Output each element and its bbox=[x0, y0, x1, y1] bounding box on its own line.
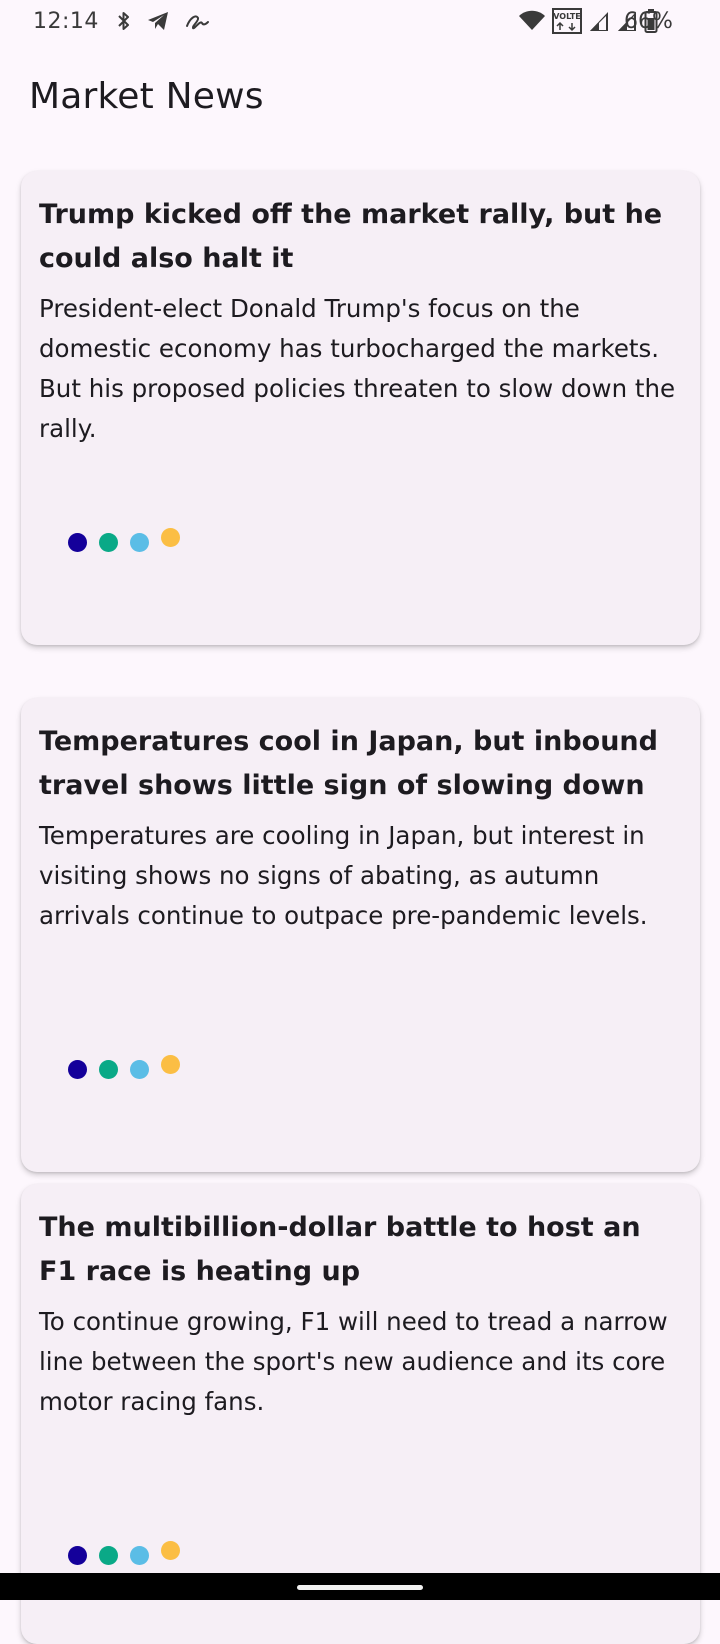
signature-app-icon bbox=[184, 10, 210, 36]
loading-dot bbox=[99, 1060, 118, 1079]
loading-dot bbox=[130, 1546, 149, 1565]
news-card-title: Temperatures cool in Japan, but inbound … bbox=[39, 726, 658, 801]
signal-icon bbox=[588, 9, 610, 37]
navigation-bar bbox=[0, 1573, 720, 1600]
loading-dot bbox=[68, 1060, 87, 1079]
news-card-summary: To continue growing, F1 will need to tre… bbox=[39, 1307, 668, 1416]
telegram-icon bbox=[146, 10, 170, 36]
news-card-summary: President-elect Donald Trump's focus on … bbox=[39, 294, 676, 443]
status-time: 12:14 bbox=[33, 9, 99, 34]
status-bar: 12:14 VOLTE 66% bbox=[0, 0, 720, 44]
news-card-summary: Temperatures are cooling in Japan, but i… bbox=[39, 821, 648, 930]
status-left-icons bbox=[116, 9, 210, 37]
volte-label: VOLTE bbox=[553, 12, 581, 21]
loading-dot bbox=[161, 1541, 180, 1560]
loading-indicator bbox=[68, 525, 208, 555]
loading-dot bbox=[130, 1060, 149, 1079]
loading-dot bbox=[68, 1546, 87, 1565]
loading-dot bbox=[161, 528, 180, 547]
home-gesture-handle[interactable] bbox=[297, 1585, 423, 1590]
volte-icon: VOLTE bbox=[552, 8, 582, 38]
loading-dot bbox=[161, 1055, 180, 1074]
news-card-title: The multibillion-dollar battle to host a… bbox=[39, 1212, 641, 1287]
bluetooth-icon bbox=[116, 9, 132, 37]
loading-dot bbox=[99, 533, 118, 552]
loading-indicator bbox=[68, 1538, 208, 1568]
loading-indicator bbox=[68, 1052, 208, 1082]
battery-percent: 66% bbox=[624, 9, 673, 34]
news-card[interactable]: Temperatures cool in Japan, but inbound … bbox=[21, 698, 700, 1172]
news-card[interactable]: Trump kicked off the market rally, but h… bbox=[21, 171, 700, 645]
news-card-title: Trump kicked off the market rally, but h… bbox=[39, 199, 663, 274]
loading-dot bbox=[99, 1546, 118, 1565]
loading-dot bbox=[130, 533, 149, 552]
wifi-icon bbox=[518, 9, 546, 37]
page-title: Market News bbox=[29, 76, 264, 117]
loading-dot bbox=[68, 533, 87, 552]
